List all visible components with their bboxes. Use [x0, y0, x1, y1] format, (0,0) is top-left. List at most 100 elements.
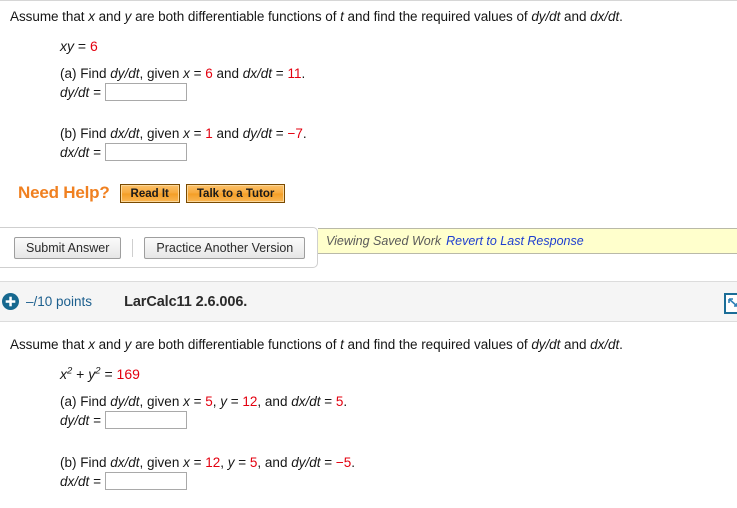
- problem2-header-bar: –/10 points LarCalc11 2.6.006.: [0, 281, 737, 322]
- given-var: y: [227, 455, 235, 470]
- given-eq: =: [189, 455, 206, 470]
- given-var: dy/dt: [291, 455, 321, 470]
- given-var: x: [183, 66, 190, 81]
- given-eq: =: [272, 126, 288, 141]
- given-value: 12: [205, 455, 221, 470]
- prompt-text-2f: .: [619, 337, 623, 352]
- part-given-text: , given: [139, 126, 184, 141]
- talk-to-a-tutor-button[interactable]: Talk to a Tutor: [185, 183, 286, 203]
- given-value: 6: [205, 66, 213, 81]
- given-eq: =: [272, 66, 288, 81]
- prompt-text-2c: are both differentiable functions of: [131, 337, 341, 352]
- given-var: x: [183, 126, 190, 141]
- prompt-text-1a: Assume that: [10, 9, 89, 24]
- equation1-rhs: 6: [89, 38, 98, 54]
- viewing-saved-work-label: Viewing Saved Work: [326, 234, 442, 248]
- problem2-part-b-answer-row: dx/dt =: [60, 472, 187, 490]
- assignment-id-label: LarCalc11 2.6.006.: [124, 293, 248, 310]
- part-find-expr: dy/dt: [110, 66, 140, 81]
- submit-answer-button[interactable]: Submit Answer: [14, 236, 122, 259]
- given-value: 1: [205, 126, 213, 141]
- part-label: (a) Find: [60, 394, 111, 409]
- part-label: (b) Find: [60, 455, 111, 470]
- part-period: .: [301, 66, 306, 81]
- prompt-dydt: dy/dt: [531, 337, 561, 352]
- problem1-part-b-text: (b) Find dx/dt, given x = 1 and dy/dt = …: [60, 126, 307, 141]
- answer-input-p1a[interactable]: [104, 83, 187, 101]
- prompt-dydt: dy/dt: [531, 9, 561, 24]
- given-var: dx/dt: [242, 66, 273, 81]
- given-eq: =: [227, 394, 243, 409]
- answer-input-p1b[interactable]: [104, 143, 187, 161]
- given-eq: =: [189, 126, 206, 141]
- part-label: (b) Find: [60, 126, 111, 141]
- given-var: dx/dt: [291, 394, 321, 409]
- given-var: y: [220, 394, 227, 409]
- prompt-text-2d: and find the required values of: [343, 337, 532, 352]
- read-it-button[interactable]: Read It: [119, 183, 180, 203]
- given-value: −5: [335, 455, 352, 470]
- given-var: x: [183, 455, 190, 470]
- equation2-term1: x2: [60, 366, 72, 382]
- notes-document-icon[interactable]: [724, 293, 737, 314]
- part-period: .: [351, 455, 356, 470]
- problem-page: Assume that x and y are both differentia…: [0, 0, 737, 508]
- part-conjunction: and: [212, 66, 243, 81]
- equation1-lhs: xy: [60, 38, 74, 54]
- problem1-equation: xy = 6: [60, 38, 98, 54]
- given-eq: =: [189, 394, 206, 409]
- problem2-prompt: Assume that x and y are both differentia…: [10, 337, 623, 352]
- part-conjunction: , and: [257, 455, 292, 470]
- practice-another-version-button[interactable]: Practice Another Version: [144, 236, 306, 259]
- part-period: .: [302, 126, 307, 141]
- part-conjunction: and: [212, 126, 243, 141]
- part-find-expr: dx/dt: [110, 126, 140, 141]
- problem2-equation: x2 + y2 = 169: [60, 366, 140, 382]
- given-var: dy/dt: [242, 126, 273, 141]
- prompt-var-x: x: [88, 9, 95, 24]
- prompt-text-2e: and: [560, 337, 591, 352]
- answer-label: dx/dt =: [60, 473, 101, 489]
- equation1-equals: =: [77, 38, 87, 54]
- answer-input-p2b[interactable]: [104, 472, 187, 490]
- submit-action-panel: Submit Answer Practice Another Version: [0, 227, 318, 268]
- part-conjunction: , and: [257, 394, 292, 409]
- part-given-text: , given: [139, 455, 184, 470]
- prompt-text-1f: .: [619, 9, 623, 24]
- prompt-text-1c: are both differentiable functions of: [131, 9, 341, 24]
- part-find-expr: dy/dt: [110, 394, 140, 409]
- button-divider: [132, 238, 134, 257]
- problem1-part-a-answer-row: dy/dt =: [60, 83, 187, 101]
- given-eq: =: [320, 455, 336, 470]
- given-value: −7: [287, 126, 303, 141]
- problem1-prompt: Assume that x and y are both differentia…: [10, 9, 623, 24]
- problem2-part-a-text: (a) Find dy/dt, given x = 5, y = 12, and…: [60, 394, 347, 409]
- revert-to-last-response-link[interactable]: Revert to Last Response: [446, 234, 584, 248]
- part-given-text: , given: [139, 394, 184, 409]
- prompt-text-2b: and: [94, 337, 125, 352]
- given-eq: =: [320, 394, 336, 409]
- equation2-plus: +: [72, 366, 89, 382]
- given-eq: =: [189, 66, 206, 81]
- equation2-term1-base: x: [60, 366, 67, 382]
- problem2-part-b-text: (b) Find dx/dt, given x = 12, y = 5, and…: [60, 455, 355, 470]
- answer-label: dy/dt =: [60, 412, 101, 428]
- given-sep: ,: [220, 455, 228, 470]
- answer-label: dx/dt =: [60, 144, 101, 160]
- saved-work-notice-bar: Viewing Saved Work Revert to Last Respon…: [318, 228, 737, 254]
- part-period: .: [343, 394, 348, 409]
- answer-label: dy/dt =: [60, 84, 101, 100]
- need-help-section: Need Help? Read It Talk to a Tutor: [18, 183, 291, 203]
- given-value: 11: [287, 66, 302, 81]
- equation2-term2: y2: [88, 366, 100, 382]
- answer-input-p2a[interactable]: [104, 411, 187, 429]
- prompt-dxdt: dx/dt: [590, 9, 620, 24]
- prompt-text-1e: and: [560, 9, 591, 24]
- plus-circle-icon[interactable]: [2, 293, 19, 310]
- problem2-part-a-answer-row: dy/dt =: [60, 411, 187, 429]
- points-label: –/10 points: [26, 294, 93, 309]
- need-help-label: Need Help?: [18, 183, 110, 202]
- prompt-text-1b: and: [94, 9, 125, 24]
- part-given-text: , given: [139, 66, 184, 81]
- given-var: x: [183, 394, 190, 409]
